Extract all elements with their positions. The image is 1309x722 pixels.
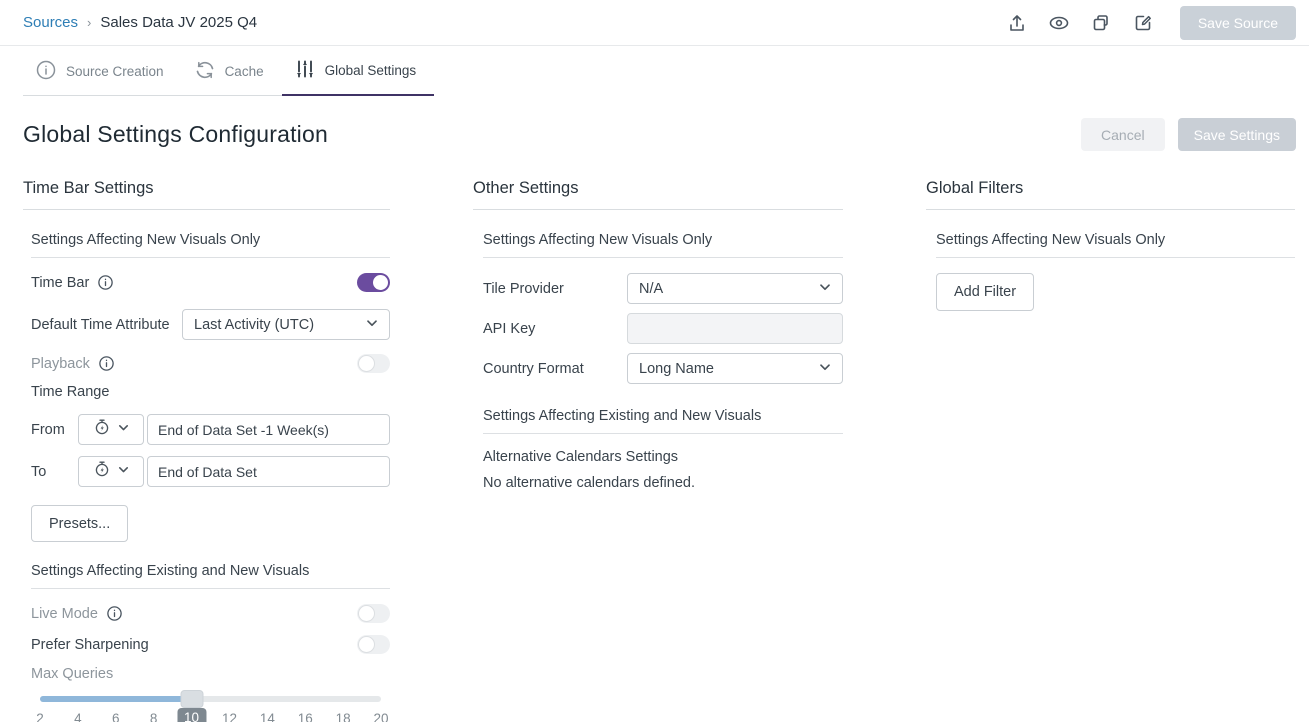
cancel-button[interactable]: Cancel	[1081, 118, 1165, 151]
subsection-new-visuals: Settings Affecting New Visuals Only	[936, 232, 1295, 258]
api-key-input[interactable]	[627, 313, 843, 344]
top-bar: Sources › Sales Data JV 2025 Q4 Save Sou…	[0, 0, 1309, 46]
alternative-calendars-title: Alternative Calendars Settings	[483, 449, 843, 465]
to-mode-select[interactable]	[78, 456, 144, 487]
chevron-down-icon	[117, 463, 130, 481]
stopwatch-icon	[93, 418, 111, 441]
prefer-sharpening-toggle[interactable]	[357, 635, 390, 654]
tick-label: 12	[222, 711, 237, 722]
alternative-calendars-empty-text: No alternative calendars defined.	[483, 475, 843, 491]
max-queries-slider[interactable]: 2 4 6 8 10 12 14 16 18 20	[40, 696, 381, 722]
page-title: Global Settings Configuration	[23, 121, 328, 148]
tick-label: 20	[373, 711, 388, 722]
subsection-new-visuals: Settings Affecting New Visuals Only	[483, 232, 843, 258]
api-key-label: API Key	[483, 321, 627, 337]
time-range-label: Time Range	[31, 384, 109, 400]
prefer-sharpening-label: Prefer Sharpening	[31, 637, 149, 653]
tick-label-active: 10	[177, 708, 206, 722]
slider-fill	[40, 696, 192, 702]
from-input[interactable]: End of Data Set -1 Week(s)	[147, 414, 390, 445]
subsection-new-visuals: Settings Affecting New Visuals Only	[31, 232, 390, 258]
to-label: To	[31, 464, 78, 480]
tick-label: 16	[298, 711, 313, 722]
add-filter-button[interactable]: Add Filter	[936, 273, 1034, 311]
tab-source-creation[interactable]: Source Creation	[23, 46, 182, 95]
section-title-other: Other Settings	[473, 179, 843, 210]
stopwatch-icon	[93, 460, 111, 483]
tab-bar: Source Creation Cache Global Settings	[0, 46, 1309, 96]
tick-label: 8	[150, 711, 158, 722]
max-queries-label: Max Queries	[31, 666, 113, 682]
tab-global-settings[interactable]: Global Settings	[282, 46, 435, 96]
preview-eye-icon[interactable]	[1048, 12, 1070, 34]
info-icon[interactable]	[97, 274, 114, 291]
tick-label: 18	[336, 711, 351, 722]
from-mode-select[interactable]	[78, 414, 144, 445]
breadcrumb-current: Sales Data JV 2025 Q4	[100, 14, 257, 31]
info-circle-icon	[35, 59, 57, 84]
default-time-attribute-label: Default Time Attribute	[31, 310, 182, 340]
tick-label: 4	[74, 711, 82, 722]
tile-provider-select[interactable]: N/A	[627, 273, 843, 304]
slider-handle[interactable]	[180, 690, 203, 708]
breadcrumb-separator: ›	[87, 15, 91, 30]
country-format-select[interactable]: Long Name	[627, 353, 843, 384]
country-format-label: Country Format	[483, 361, 627, 377]
breadcrumb-sources-link[interactable]: Sources	[23, 14, 78, 31]
breadcrumb: Sources › Sales Data JV 2025 Q4	[23, 14, 257, 31]
sliders-icon	[294, 58, 316, 83]
live-mode-label: Live Mode	[31, 605, 123, 622]
tick-label: 2	[36, 711, 44, 722]
time-bar-toggle[interactable]	[357, 273, 390, 292]
chevron-down-icon	[365, 316, 379, 334]
playback-label: Playback	[31, 355, 115, 372]
section-title-filters: Global Filters	[926, 179, 1295, 210]
tile-provider-label: Tile Provider	[483, 281, 627, 297]
duplicate-icon[interactable]	[1090, 12, 1112, 34]
save-source-button[interactable]: Save Source	[1180, 6, 1296, 40]
tab-label: Global Settings	[325, 63, 417, 78]
default-time-attribute-select[interactable]: Last Activity (UTC)	[182, 309, 390, 340]
other-settings-column: Other Settings Settings Affecting New Vi…	[473, 179, 843, 722]
from-label: From	[31, 422, 78, 438]
presets-button[interactable]: Presets...	[31, 505, 128, 542]
info-icon[interactable]	[98, 355, 115, 372]
tab-label: Cache	[225, 64, 264, 79]
slider-ticks: 2 4 6 8 10 12 14 16 18 20	[40, 711, 381, 722]
to-input[interactable]: End of Data Set	[147, 456, 390, 487]
time-bar-label: Time Bar	[31, 274, 114, 291]
global-filters-column: Global Filters Settings Affecting New Vi…	[926, 179, 1295, 722]
tick-label: 14	[260, 711, 275, 722]
chevron-down-icon	[818, 280, 832, 298]
slider-track[interactable]	[40, 696, 381, 702]
edit-icon[interactable]	[1132, 12, 1154, 34]
chevron-down-icon	[117, 421, 130, 439]
time-bar-settings-column: Time Bar Settings Settings Affecting New…	[23, 179, 390, 722]
save-settings-button[interactable]: Save Settings	[1178, 118, 1296, 151]
playback-toggle[interactable]	[357, 354, 390, 373]
chevron-down-icon	[818, 360, 832, 378]
info-icon[interactable]	[106, 605, 123, 622]
live-mode-toggle[interactable]	[357, 604, 390, 623]
tab-cache[interactable]: Cache	[182, 46, 282, 95]
export-icon[interactable]	[1006, 12, 1028, 34]
refresh-icon	[194, 59, 216, 84]
tab-label: Source Creation	[66, 64, 164, 79]
subsection-existing-visuals: Settings Affecting Existing and New Visu…	[31, 563, 390, 589]
tick-label: 6	[112, 711, 120, 722]
section-title-time-bar: Time Bar Settings	[23, 179, 390, 210]
subsection-existing-visuals: Settings Affecting Existing and New Visu…	[483, 408, 843, 434]
